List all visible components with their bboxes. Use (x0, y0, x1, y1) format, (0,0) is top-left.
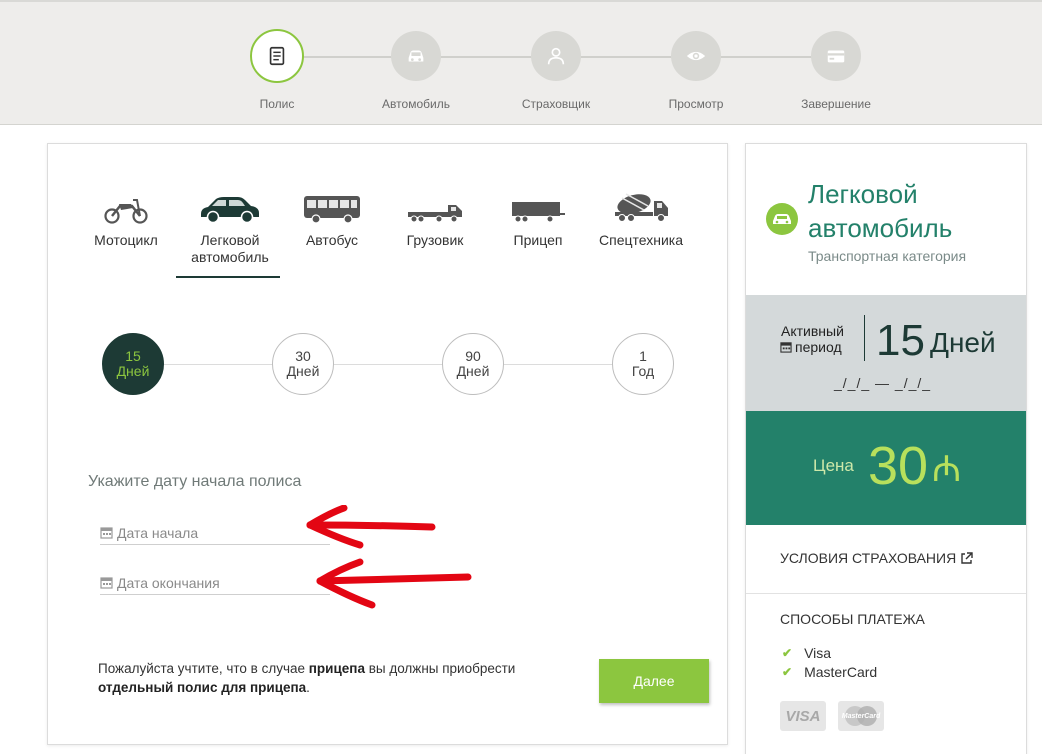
vehicle-label: Грузовик (406, 232, 464, 248)
active-period-block: Активный период 15 Дней _/_/_ — _/_/_ (746, 295, 1026, 411)
start-date-field[interactable]: Дата начала (100, 521, 330, 545)
note-text: Пожалуйста учтите, что в случае (98, 661, 309, 676)
end-date-field[interactable]: Дата окончания (100, 571, 330, 595)
period-value: 1 (639, 348, 647, 364)
mastercard-logo-text: MasterCard (841, 712, 881, 720)
period-unit: Дней (286, 363, 320, 379)
visa-logo-text: VISA (785, 707, 821, 725)
active-label-line1: Активный (781, 323, 844, 339)
bus-icon (277, 188, 387, 224)
payment-method-mastercard: ✔ MasterCard (782, 664, 877, 680)
active-separator (864, 315, 865, 361)
step-finish[interactable]: Завершение (776, 31, 896, 111)
concrete-mixer-icon (586, 188, 696, 224)
progress-stepper: Полис Автомобиль Страховщик Просмотр Зав… (0, 0, 1042, 125)
category-subtitle: Транспортная категория (808, 248, 967, 264)
period-15-days[interactable]: 15 Дней (102, 333, 164, 395)
start-date-title: Укажите дату начала полиса (88, 473, 302, 490)
divider (746, 593, 1026, 594)
category-title: Легковой автомобиль (808, 179, 953, 243)
note-text: вы должны приобрести (364, 661, 516, 676)
period-value: 15 (125, 348, 141, 364)
period-value: 90 (465, 348, 481, 364)
terms-link-text: УСЛОВИЯ СТРАХОВАНИЯ (780, 550, 957, 566)
vehicle-label: Легковой автомобиль (191, 232, 269, 265)
vehicle-label: Прицеп (513, 232, 563, 248)
price-block: Цена 30 ₼ (746, 411, 1026, 525)
document-icon (250, 29, 304, 83)
step-insurer[interactable]: Страховщик (496, 31, 616, 111)
period-1-year[interactable]: 1 Год (612, 333, 674, 395)
end-date-placeholder: Дата окончания (117, 574, 220, 591)
check-icon: ✔ (782, 646, 793, 660)
vehicle-trailer[interactable]: Прицеп (483, 188, 593, 249)
payment-method-label: MasterCard (804, 664, 878, 680)
step-label: Завершение (801, 97, 871, 111)
calendar-icon (100, 527, 113, 539)
vehicle-car[interactable]: Легковой автомобиль (175, 188, 285, 266)
red-arrow-annotations (306, 505, 472, 609)
active-period-unit: Дней (930, 327, 996, 358)
trailer-icon (483, 188, 593, 224)
vehicle-bus[interactable]: Автобус (277, 188, 387, 249)
eye-icon (671, 31, 721, 81)
manat-currency-icon: ₼ (932, 448, 962, 489)
policy-form-panel: Мотоцикл Легковой автомобиль Автобус Гру… (47, 143, 728, 745)
step-car[interactable]: Автомобиль (356, 31, 476, 111)
period-unit: Дней (456, 363, 490, 379)
credit-card-icon (811, 31, 861, 81)
step-label: Полис (259, 97, 295, 111)
active-label-line2: период (795, 339, 842, 355)
period-90-days[interactable]: 90 Дней (442, 333, 504, 395)
period-value: 30 (295, 348, 311, 364)
period-30-days[interactable]: 30 Дней (272, 333, 334, 395)
insurance-terms-link[interactable]: УСЛОВИЯ СТРАХОВАНИЯ (780, 550, 973, 566)
vehicle-truck[interactable]: Грузовик (380, 188, 490, 249)
price-value: 30 (868, 436, 929, 496)
period-unit: Год (631, 363, 655, 379)
car-icon (391, 31, 441, 81)
summary-panel: Легковой автомобиль Транспортная категор… (745, 143, 1027, 754)
period-line (133, 364, 643, 365)
price-label: Цена (813, 456, 854, 475)
calendar-icon (100, 577, 113, 589)
trailer-note: Пожалуйста учтите, что в случае прицепа … (98, 659, 568, 697)
period-unit: Дней (116, 363, 150, 379)
step-label: Автомобиль (382, 97, 450, 111)
payment-methods-title: СПОСОБЫ ПЛАТЕЖА (780, 611, 925, 627)
calendar-icon (780, 342, 792, 353)
vehicle-motorcycle[interactable]: Мотоцикл (71, 188, 181, 249)
active-period-dates: _/_/_ — _/_/_ (834, 375, 932, 391)
person-icon (531, 31, 581, 81)
payment-method-label: Visa (804, 645, 832, 661)
vehicle-label: Мотоцикл (94, 232, 158, 248)
vehicle-label: Спецтехника (599, 232, 683, 248)
check-icon: ✔ (782, 665, 793, 679)
step-policy[interactable]: Полис (217, 29, 337, 111)
motorcycle-icon (71, 188, 181, 224)
payment-method-visa: ✔ Visa (782, 645, 831, 661)
external-link-icon (961, 551, 973, 564)
mastercard-logo: MasterCard (838, 701, 884, 731)
start-date-placeholder: Дата начала (117, 524, 199, 541)
vehicle-special[interactable]: Спецтехника (586, 188, 696, 249)
active-period-label: Активный период (780, 323, 844, 355)
truck-icon (380, 188, 490, 224)
next-button[interactable]: Далее (599, 659, 709, 703)
car-icon (766, 203, 798, 235)
step-label: Страховщик (521, 97, 591, 111)
visa-logo: VISA (780, 701, 826, 731)
step-label: Просмотр (668, 97, 724, 111)
vehicle-label: Автобус (305, 232, 359, 248)
car-icon (175, 188, 285, 224)
active-period-value: 15 (876, 316, 925, 365)
note-bold-trailer: прицепа (308, 661, 365, 676)
note-text: . (306, 680, 310, 695)
step-review[interactable]: Просмотр (636, 31, 756, 111)
vehicle-selected-underline (176, 276, 280, 278)
note-bold-policy: отдельный полис для прицепа (98, 680, 307, 695)
